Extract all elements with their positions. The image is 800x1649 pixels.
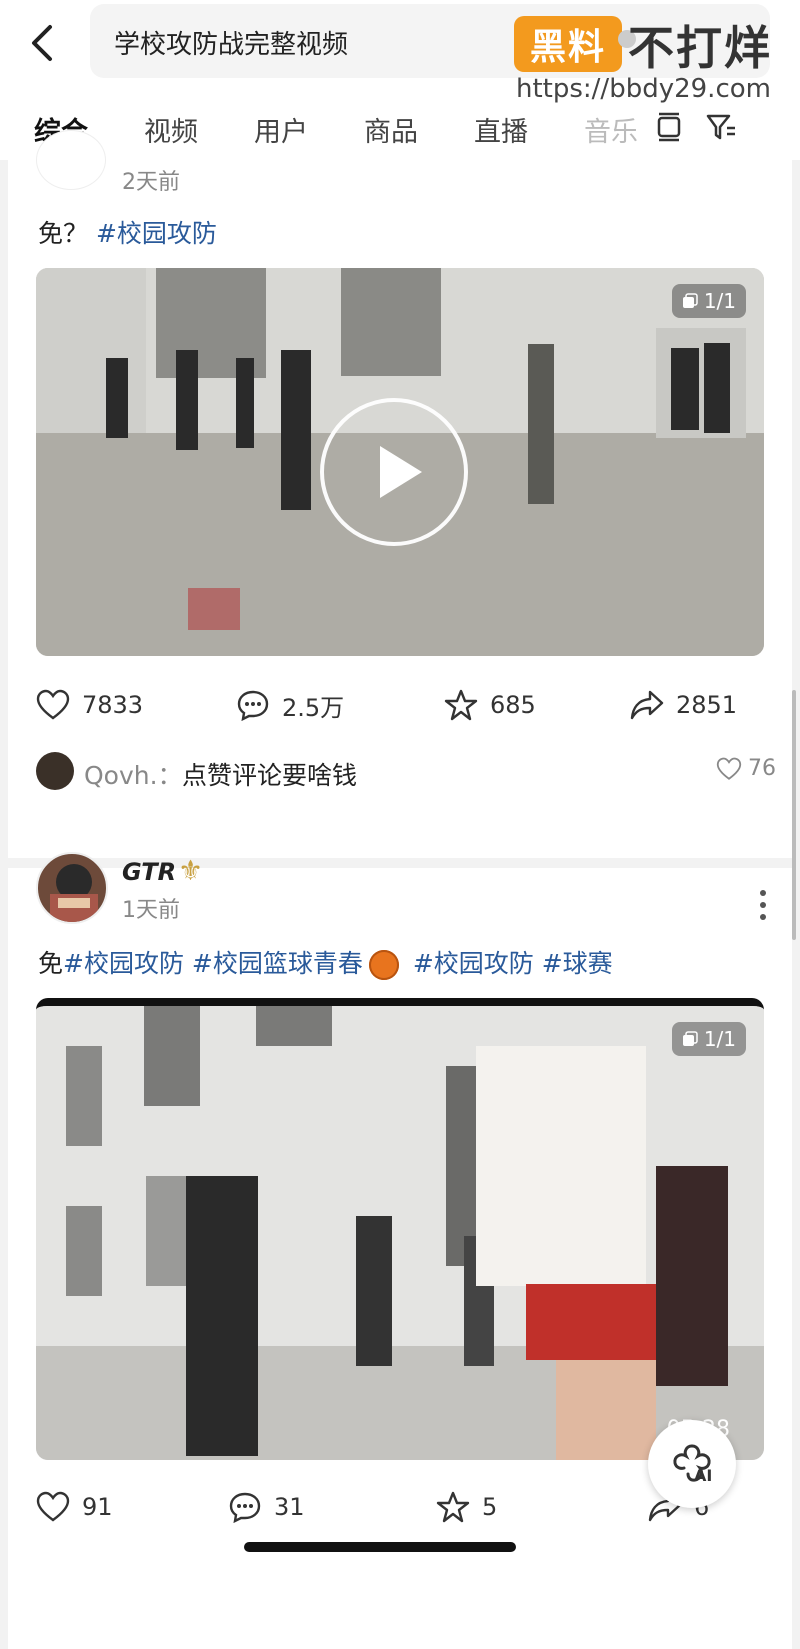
- top-bar: 学校攻防战完整视频 黑料 不打烊 https://bbdy29.com 综合 视…: [0, 0, 800, 160]
- post-username[interactable]: GTR: [122, 858, 176, 886]
- basketball-icon: [368, 950, 399, 980]
- fleur-de-lis-icon: ⚜: [178, 854, 204, 887]
- gallery-icon: [682, 1031, 698, 1046]
- avatar[interactable]: [36, 852, 108, 924]
- star-icon: [436, 1491, 470, 1523]
- comment-button[interactable]: 2.5万: [236, 680, 344, 730]
- caption-text: 免？: [38, 219, 89, 248]
- comment-icon: [237, 690, 269, 721]
- tab-products[interactable]: 商品: [364, 110, 418, 149]
- post-caption: 免？ #校园攻防: [38, 214, 217, 250]
- comment-count: 2.5万: [282, 693, 345, 722]
- comment-button[interactable]: 31: [228, 1482, 305, 1532]
- play-icon[interactable]: [320, 398, 468, 546]
- media-counter: 1/1: [671, 1022, 746, 1056]
- watermark-brand: 不打烊: [628, 21, 772, 75]
- watermark-url: https://bbdy29.com: [516, 74, 771, 104]
- post-caption: 免#校园攻防 #校园篮球青春 #校园攻防 #球赛: [38, 944, 613, 980]
- comment-user[interactable]: Qovh.：: [84, 756, 183, 792]
- home-indicator[interactable]: [244, 1542, 516, 1552]
- share-icon: [630, 690, 664, 720]
- favorite-button[interactable]: 5: [436, 1482, 497, 1532]
- like-count: 91: [82, 1493, 113, 1521]
- hashtag-link[interactable]: #球赛: [542, 949, 613, 978]
- favorite-count: 685: [490, 691, 536, 719]
- video-thumbnail[interactable]: 1/1 05:28: [36, 998, 764, 1460]
- comment-icon: [229, 1492, 261, 1523]
- media-counter-text: 1/1: [703, 289, 736, 313]
- comment-like-button[interactable]: 76: [716, 756, 776, 781]
- tab-music[interactable]: 音乐: [584, 110, 638, 149]
- media-counter: 1/1: [671, 284, 746, 318]
- watermark-badge: 黑料: [514, 16, 622, 72]
- more-options-button[interactable]: [758, 890, 768, 930]
- layout-toggle-icon[interactable]: [652, 110, 686, 144]
- comment-avatar[interactable]: [36, 752, 74, 790]
- media-counter-text: 1/1: [703, 1027, 736, 1051]
- video-thumbnail[interactable]: 1/1: [36, 268, 764, 656]
- tab-users[interactable]: 用户: [254, 110, 308, 149]
- star-icon: [444, 689, 478, 721]
- tab-live[interactable]: 直播: [474, 110, 528, 149]
- tab-video[interactable]: 视频: [144, 110, 198, 149]
- heart-icon: [36, 1491, 70, 1522]
- scrollbar[interactable]: [792, 690, 796, 940]
- tab-bar: 综合 视频 用户 商品 直播 音乐: [0, 102, 800, 156]
- comment-like-count: 76: [748, 756, 776, 781]
- like-button[interactable]: 91: [36, 1482, 113, 1532]
- video-scene: [36, 1006, 764, 1460]
- hashtag-link[interactable]: #校园攻防: [63, 949, 184, 978]
- back-button[interactable]: [22, 18, 62, 68]
- like-button[interactable]: 7833: [36, 680, 143, 730]
- post-actions: 7833 2.5万 685 2851: [8, 680, 792, 730]
- caption-text: 免: [38, 949, 64, 978]
- filter-icon[interactable]: [704, 110, 738, 144]
- favorite-button[interactable]: 685: [444, 680, 536, 730]
- hashtag-link[interactable]: #校园攻防: [413, 949, 534, 978]
- search-query: 学校攻防战完整视频: [114, 30, 349, 60]
- top-comment[interactable]: Qovh.： 点赞评论要啥钱 76: [36, 750, 776, 794]
- ai-assistant-button[interactable]: AI: [648, 1420, 736, 1508]
- like-count: 7833: [82, 691, 144, 719]
- chevron-left-icon: [32, 25, 52, 61]
- post-time: 1天前: [122, 898, 180, 923]
- gallery-icon: [682, 293, 698, 308]
- heart-icon: [36, 689, 70, 720]
- ai-label: AI: [694, 1466, 713, 1485]
- avatar[interactable]: [36, 130, 106, 190]
- hashtag-link[interactable]: #校园攻防: [96, 219, 217, 248]
- post-card[interactable]: 2天前 免？ #校园攻防 1/1 7833 2.5万 685 2851 Qovh…: [8, 130, 792, 858]
- favorite-count: 5: [482, 1493, 498, 1521]
- share-button[interactable]: 2851: [630, 680, 737, 730]
- post-card[interactable]: GTR ⚜ 1天前 免#校园攻防 #校园篮球青春 #校园攻防 #球赛 1/1 9…: [8, 852, 792, 1649]
- comment-text: 点赞评论要啥钱: [182, 761, 358, 790]
- heart-icon: [716, 757, 742, 780]
- post-time: 2天前: [122, 170, 180, 195]
- hashtag-link[interactable]: #校园篮球青春: [192, 949, 363, 978]
- share-count: 2851: [676, 691, 738, 719]
- comment-count: 31: [274, 1493, 305, 1521]
